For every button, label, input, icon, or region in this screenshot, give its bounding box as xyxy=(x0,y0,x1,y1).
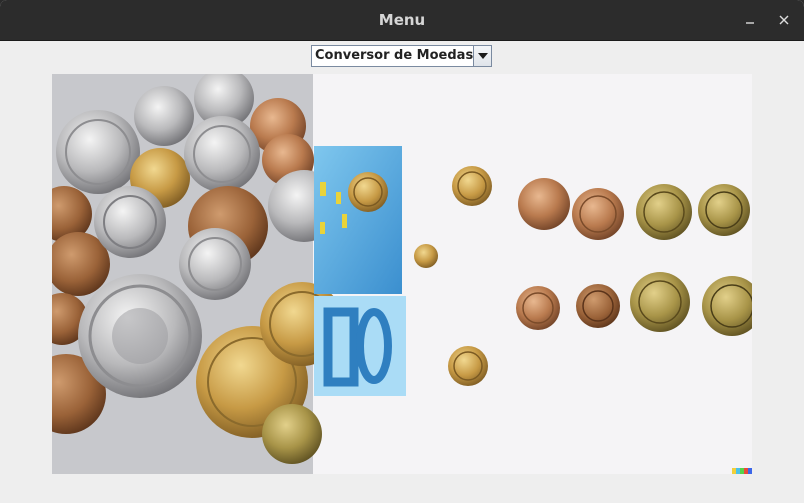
menu-dropdown[interactable]: Conversor de Moedas xyxy=(311,45,492,67)
window-title: Menu xyxy=(378,11,426,29)
coins-photo xyxy=(52,74,752,474)
app-window: Menu Conversor de Moedas xyxy=(0,0,804,503)
triangle-down-icon xyxy=(477,53,488,59)
coins-banner-image: 20 xyxy=(52,74,752,474)
main-panel: Conversor de Moedas xyxy=(2,41,802,503)
title-bar[interactable]: Menu xyxy=(0,0,804,41)
close-icon xyxy=(779,15,789,25)
minimize-button[interactable] xyxy=(738,8,762,32)
dropdown-arrow-button[interactable] xyxy=(473,46,491,66)
dropdown-selected-value: Conversor de Moedas xyxy=(315,48,474,63)
minimize-icon xyxy=(746,22,754,24)
close-button[interactable] xyxy=(772,8,796,32)
